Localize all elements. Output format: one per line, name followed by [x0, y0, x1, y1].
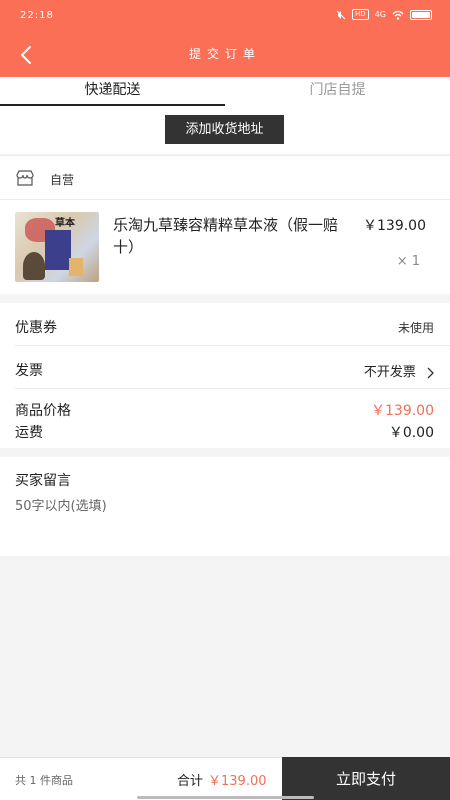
- pay-now-button[interactable]: 立即支付: [282, 757, 450, 800]
- battery-icon: [410, 9, 432, 20]
- invoice-row[interactable]: 发票 不开发票: [15, 360, 434, 380]
- shipping-label: 运费: [15, 425, 43, 441]
- order-fees: 优惠券 未使用 发票 不开发票 商品价格 ￥139.00 运费 ￥0.00: [0, 303, 450, 448]
- divider: [15, 345, 450, 346]
- store-icon: [16, 170, 34, 186]
- wifi-icon: [392, 10, 404, 20]
- goods-price-value: ￥139.00: [371, 403, 434, 419]
- store-row: 自营: [0, 155, 450, 199]
- product-price: ￥139.00: [363, 218, 426, 234]
- chevron-right-icon: [427, 367, 434, 378]
- goods-price-label: 商品价格: [15, 403, 71, 419]
- status-time: 22:18: [20, 10, 54, 21]
- checkout-bar: 共 1 件商品 合计 ￥139.00 立即支付: [0, 757, 450, 800]
- delivery-tabs: 快递配送 门店自提: [0, 77, 450, 106]
- mute-icon: [336, 10, 346, 19]
- address-section: 添加收货地址: [0, 106, 450, 154]
- page-title: 提交订单: [188, 47, 261, 61]
- divider: [15, 388, 450, 389]
- coupon-row[interactable]: 优惠券 未使用: [15, 317, 434, 337]
- product-image-text: 草本: [55, 218, 75, 229]
- total-label: 合计: [177, 774, 204, 789]
- status-icons: HD 4G: [336, 9, 432, 20]
- coupon-value: 未使用: [397, 321, 434, 335]
- store-name: 自营: [50, 173, 75, 187]
- tab-store-pickup[interactable]: 门店自提: [225, 77, 450, 106]
- invoice-label: 发票: [15, 363, 43, 379]
- home-indicator[interactable]: [137, 796, 314, 799]
- product-name: 乐淘九草臻容精粹草本液（假一赔十）: [113, 216, 339, 256]
- goods-price-row: 商品价格 ￥139.00: [15, 400, 434, 420]
- buyer-message-input[interactable]: [15, 499, 435, 514]
- invoice-value-wrap: 不开发票: [364, 361, 434, 380]
- item-count: 共 1 件商品: [15, 774, 73, 787]
- product-item[interactable]: 草本 乐淘九草臻容精粹草本液（假一赔十） ￥139.00 × 1: [0, 199, 450, 294]
- invoice-value: 不开发票: [363, 365, 416, 380]
- coupon-label: 优惠券: [15, 320, 57, 336]
- product-quantity: × 1: [396, 254, 420, 269]
- status-bar: 22:18 HD 4G: [0, 0, 450, 32]
- shipping-value: ￥0.00: [388, 425, 434, 441]
- hd-icon: HD: [352, 9, 369, 20]
- buyer-message: 买家留言: [0, 457, 450, 556]
- total-amount: ￥139.00: [208, 774, 267, 789]
- network-icon: 4G: [374, 10, 386, 19]
- add-address-button[interactable]: 添加收货地址: [165, 115, 284, 144]
- shipping-row: 运费 ￥0.00: [15, 422, 434, 442]
- product-image: 草本: [15, 212, 99, 282]
- tab-express-delivery[interactable]: 快递配送: [0, 77, 225, 106]
- app-header: 22:18 HD 4G 提交订单: [0, 0, 450, 77]
- buyer-message-title: 买家留言: [15, 473, 71, 489]
